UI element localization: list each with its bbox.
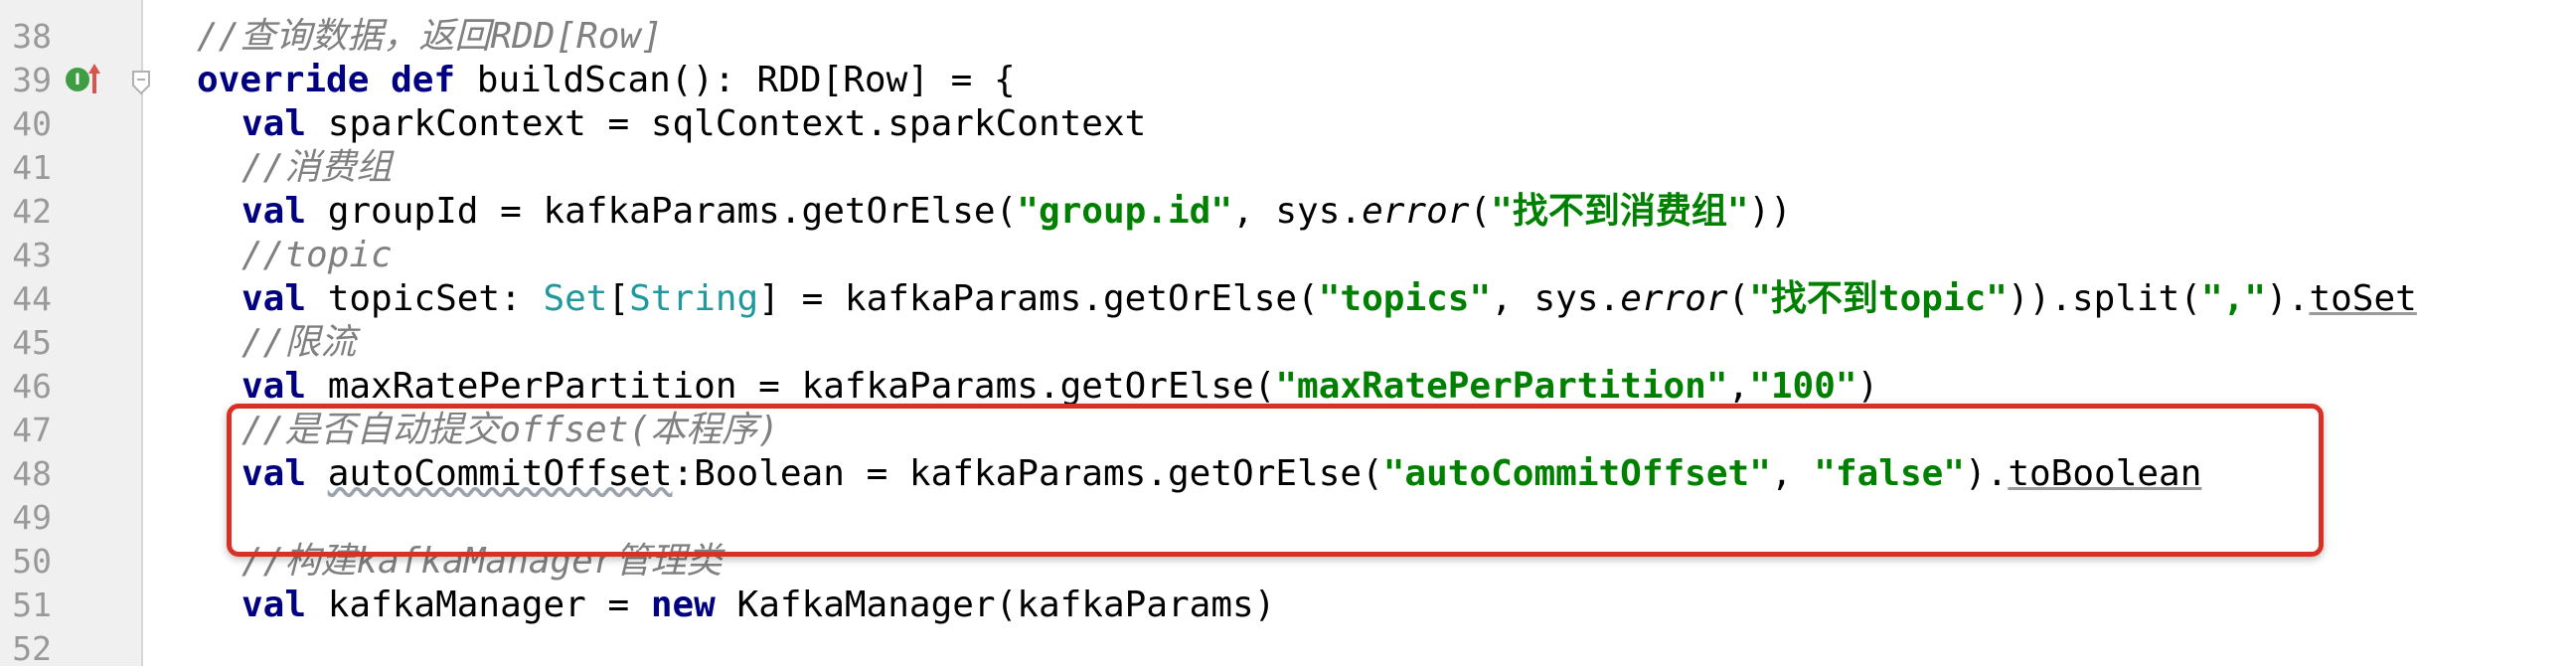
code-line-38: //查询数据，返回RDD[Row] — [197, 15, 663, 59]
comment: //构建 — [242, 541, 357, 582]
keyword: val — [242, 278, 307, 319]
comment: offset( — [499, 410, 651, 450]
string-literal: "," — [2201, 278, 2267, 319]
code-line-43: //topic — [242, 234, 393, 277]
keyword: val — [242, 585, 307, 625]
line-number[interactable]: 45 — [0, 321, 52, 365]
method-call: error — [1362, 191, 1470, 232]
code-text: ] = kafkaParams.getOrElse( — [758, 278, 1319, 319]
code-text: sparkContext = sqlContext.sparkContext — [306, 103, 1147, 144]
code-text: , sys. — [1491, 278, 1621, 319]
code-line-44: val topicSet: Set[String] = kafkaParams.… — [242, 277, 2417, 321]
keyword: val — [242, 103, 307, 144]
string-literal: "topics" — [1318, 278, 1492, 319]
gutter-divider — [141, 0, 143, 666]
comment: 本程序 — [650, 410, 758, 450]
comment: //topic — [242, 235, 393, 275]
code-line-51: val kafkaManager = new KafkaManager(kafk… — [242, 584, 1275, 627]
string-literal: "autoCommitOffset" — [1382, 453, 1771, 494]
code-text: buildScan(): RDD[Row] = { — [455, 60, 1016, 100]
string-literal: "maxRatePerPartition" — [1275, 366, 1728, 407]
method-call: error — [1620, 278, 1728, 319]
implicit-conversion: toBoolean — [2008, 453, 2202, 494]
code-text: ) — [1856, 366, 1879, 407]
line-number[interactable]: 48 — [0, 452, 52, 496]
code-text: topicSet: — [306, 278, 544, 319]
code-text: ). — [1964, 453, 2009, 494]
code-text: ( — [1727, 278, 1750, 319]
code-line-41: //消费组 — [242, 146, 392, 190]
comment: ) — [757, 410, 779, 450]
comment: RDD[Row] — [490, 16, 663, 57]
keyword: def — [391, 60, 456, 100]
code-text: [ — [607, 278, 630, 319]
line-number[interactable]: 38 — [0, 15, 52, 59]
code-line-40: val sparkContext = sqlContext.sparkConte… — [242, 102, 1146, 146]
implements-indicator-icon[interactable]: I — [66, 68, 89, 91]
code-text: :Boolean = kafkaParams.getOrElse( — [672, 453, 1383, 494]
code-line-42: val groupId = kafkaParams.getOrElse("gro… — [242, 190, 1792, 234]
code-text: , — [1770, 453, 1815, 494]
string-literal: "找不到topic" — [1749, 278, 2008, 319]
line-number[interactable]: 44 — [0, 277, 52, 321]
code-text: , — [1727, 366, 1750, 407]
comment: 管理类 — [614, 541, 723, 582]
code-text: KafkaManager(kafkaParams) — [715, 585, 1276, 625]
code-text: , sys. — [1232, 191, 1363, 232]
keyword: val — [242, 453, 307, 494]
identifier-warning: autoCommitOffset — [327, 453, 673, 494]
implicit-conversion: toSet — [2309, 278, 2417, 319]
keyword: val — [242, 366, 307, 407]
line-number[interactable]: 42 — [0, 190, 52, 234]
code-line-50: //构建kafkaManager管理类 — [242, 540, 722, 584]
string-literal: "100" — [1749, 366, 1857, 407]
line-number[interactable]: 47 — [0, 409, 52, 452]
code-text: kafkaManager = — [306, 585, 651, 625]
line-number[interactable]: 43 — [0, 234, 52, 277]
comment: //查询数据，返回 — [197, 16, 491, 57]
code-line-47: //是否自动提交offset(本程序) — [242, 409, 779, 452]
line-number[interactable]: 49 — [0, 496, 52, 540]
keyword: new — [650, 585, 716, 625]
string-literal: "找不到消费组" — [1491, 191, 1749, 232]
code-line-48: val autoCommitOffset:Boolean = kafkaPara… — [242, 452, 2201, 496]
line-number[interactable]: 46 — [0, 365, 52, 409]
keyword: override — [197, 60, 370, 100]
comment: //消费组 — [242, 147, 393, 188]
code-text: )) — [1748, 191, 1792, 232]
line-number[interactable]: 40 — [0, 102, 52, 146]
code-text: ( — [1469, 191, 1492, 232]
comment: kafkaManager — [356, 541, 615, 582]
comment: //是否自动提交 — [242, 410, 500, 450]
code-line-46: val maxRatePerPartition = kafkaParams.ge… — [242, 365, 1878, 409]
code-text: groupId = kafkaParams.getOrElse( — [306, 191, 1018, 232]
line-number[interactable]: 50 — [0, 540, 52, 584]
type-name: String — [629, 278, 759, 319]
string-literal: "false" — [1814, 453, 1965, 494]
type-name: Set — [543, 278, 608, 319]
comment: //限流 — [242, 322, 357, 363]
code-text: maxRatePerPartition = kafkaParams.getOrE… — [306, 366, 1276, 407]
code-text: ). — [2266, 278, 2310, 319]
string-literal: "group.id" — [1017, 191, 1233, 232]
code-text: )).split( — [2007, 278, 2202, 319]
keyword: val — [242, 191, 307, 232]
line-number[interactable]: 41 — [0, 146, 52, 190]
override-up-arrow-icon[interactable] — [87, 62, 101, 95]
fold-marker-icon[interactable] — [131, 70, 151, 95]
line-number[interactable]: 52 — [0, 627, 52, 671]
line-number[interactable]: 51 — [0, 584, 52, 627]
code-line-45: //限流 — [242, 321, 356, 365]
code-line-39: override def buildScan(): RDD[Row] = { — [197, 59, 1016, 102]
line-number[interactable]: 39 — [0, 59, 52, 102]
